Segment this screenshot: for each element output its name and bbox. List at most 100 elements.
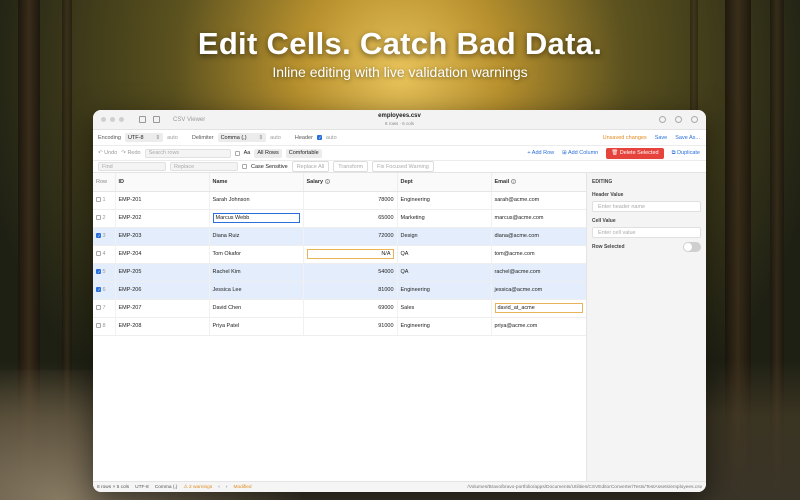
table-row[interactable]: 3 EMP-203 Diana Ruiz 72000 Design diana@… [93,227,587,246]
cell-id[interactable]: EMP-205 [115,263,210,282]
cell-dept[interactable]: Design [397,227,492,246]
column-header-salary[interactable]: Salary i [303,173,398,192]
add-column-button[interactable]: ⊞ Add Column [562,150,598,156]
row-selected-toggle[interactable] [683,242,701,252]
table-row[interactable]: 4 EMP-204 Tom Okafor N/A QA tom@acme.com [93,245,587,264]
row-select-checkbox[interactable] [96,197,101,203]
column-header-email[interactable]: Email i [491,173,587,192]
find-input[interactable]: Find [98,162,166,171]
cell-id[interactable]: EMP-208 [115,317,210,336]
replace-all-button[interactable]: Replace All [291,161,330,172]
share-icon[interactable] [691,116,698,123]
cell-dept[interactable]: QA [397,263,492,282]
cell-id[interactable]: EMP-206 [115,281,210,300]
fix-warning-button[interactable]: Fix Focused Warning [372,161,434,172]
info-icon[interactable]: i [325,178,331,184]
cell-dept[interactable]: QA [397,245,492,264]
cell-email[interactable]: jessica@acme.com [491,281,587,300]
cell-salary[interactable]: 69000 [303,299,398,318]
cell-id[interactable]: EMP-203 [115,227,210,246]
cell-salary[interactable]: 78000 [303,191,398,210]
previous-warning-button[interactable]: ‹ [218,485,220,490]
table-row[interactable]: 8 EMP-208 Priya Patel 91000 Engineering … [93,317,587,336]
status-bar: 8 rows × 5 cols UTF-8 Comma (,) ⚠ 2 warn… [93,481,706,492]
cell-salary[interactable]: 65000 [303,209,398,228]
cell-name[interactable]: David Chen [209,299,304,318]
delete-selected-button[interactable]: 🗑 Delete Selected [606,147,664,159]
cell-email-warning[interactable]: david_at_acme [491,299,587,318]
cell-email[interactable]: diana@acme.com [491,227,587,246]
cell-value-input[interactable]: Enter cell value [592,227,701,238]
cell-name[interactable]: Tom Okafor [209,245,304,264]
density-select[interactable]: Comfortable [285,148,322,158]
scope-select[interactable]: All Rows [254,148,282,158]
cell-id[interactable]: EMP-207 [115,299,210,318]
table-row[interactable]: 7 EMP-207 David Chen 69000 Sales david_a… [93,299,587,318]
duplicate-button[interactable]: ⧉ Duplicate [672,150,700,157]
cell-salary[interactable]: 54000 [303,263,398,282]
row-select-checkbox[interactable] [96,269,101,274]
row-select-checkbox[interactable] [96,251,101,257]
unsaved-changes-label: Unsaved changes [602,134,647,141]
cell-email[interactable]: rachel@acme.com [491,263,587,282]
cell-id[interactable]: EMP-201 [115,191,210,210]
case-sensitive-checkbox[interactable] [242,164,247,169]
cell-name[interactable]: Sarah Johnson [209,191,304,210]
header-value-input[interactable]: Enter header name [592,201,701,212]
cell-dept[interactable]: Engineering [397,191,492,210]
next-warning-button[interactable]: › [226,485,228,490]
cell-name[interactable]: Rachel Kim [209,263,304,282]
replace-input[interactable]: Replace [170,162,238,171]
match-case-checkbox[interactable] [234,150,240,156]
warnings-button[interactable]: ⚠ 2 warnings [183,485,212,490]
row-select-checkbox[interactable] [96,323,101,329]
cell-salary-warning[interactable]: N/A [303,245,398,264]
inspector-panel: EDITING Header Value Enter header name C… [586,173,706,481]
save-button[interactable]: Save [655,135,668,141]
cell-email[interactable]: priya@acme.com [491,317,587,336]
cell-dept[interactable]: Engineering [397,281,492,300]
cell-email[interactable]: sarah@acme.com [491,191,587,210]
row-select-checkbox[interactable] [96,233,101,238]
cell-salary[interactable]: 72000 [303,227,398,246]
table-row[interactable]: 6 EMP-206 Jessica Lee 81000 Engineering … [93,281,587,300]
cell-salary[interactable]: 91000 [303,317,398,336]
save-as-button[interactable]: Save As... [675,135,700,141]
table-row[interactable]: 5 EMP-205 Rachel Kim 54000 QA rachel@acm… [93,263,587,282]
row-select-checkbox[interactable] [96,287,101,292]
add-row-button[interactable]: + Add Row [527,150,554,156]
column-header-name[interactable]: Name [209,173,304,192]
validation-warning-cell[interactable]: N/A [306,249,394,259]
column-header-row: Row [93,173,116,192]
redo-button[interactable]: ↷ Redo [121,150,140,156]
cell-dept[interactable]: Sales [397,299,492,318]
cell-email[interactable]: marcus@acme.com [491,209,587,228]
cell-salary[interactable]: 81000 [303,281,398,300]
info-icon[interactable]: i [511,178,517,184]
cell-editor-input[interactable]: Marcus Webb [212,213,300,223]
cell-id[interactable]: EMP-204 [115,245,210,264]
cell-id[interactable]: EMP-202 [115,209,210,228]
refresh-icon[interactable] [675,116,682,123]
validation-warning-cell[interactable]: david_at_acme [494,303,583,313]
export-icon[interactable] [659,116,666,123]
cell-dept[interactable]: Engineering [397,317,492,336]
search-input[interactable]: Search rows [144,148,231,158]
cell-name-editing[interactable]: Marcus Webb [209,209,304,228]
cell-email[interactable]: tom@acme.com [491,245,587,264]
delimiter-select[interactable]: Comma (,) ⇕ [217,133,267,142]
cell-dept[interactable]: Marketing [397,209,492,228]
cell-name[interactable]: Priya Patel [209,317,304,336]
table-row[interactable]: 2 EMP-202 Marcus Webb 65000 Marketing ma… [93,209,587,228]
transform-button[interactable]: Transform [333,161,369,172]
column-header-id[interactable]: ID [115,173,210,192]
table-row[interactable]: 1 EMP-201 Sarah Johnson 78000 Engineerin… [93,191,587,210]
cell-name[interactable]: Diana Ruiz [209,227,304,246]
cell-name[interactable]: Jessica Lee [209,281,304,300]
row-select-checkbox[interactable] [96,305,101,311]
column-header-dept[interactable]: Dept [397,173,492,192]
header-checkbox[interactable] [316,135,322,140]
row-select-checkbox[interactable] [96,215,101,221]
undo-button[interactable]: ↶ Undo [98,150,117,156]
encoding-select[interactable]: UTF-8 ⇕ [124,133,164,142]
